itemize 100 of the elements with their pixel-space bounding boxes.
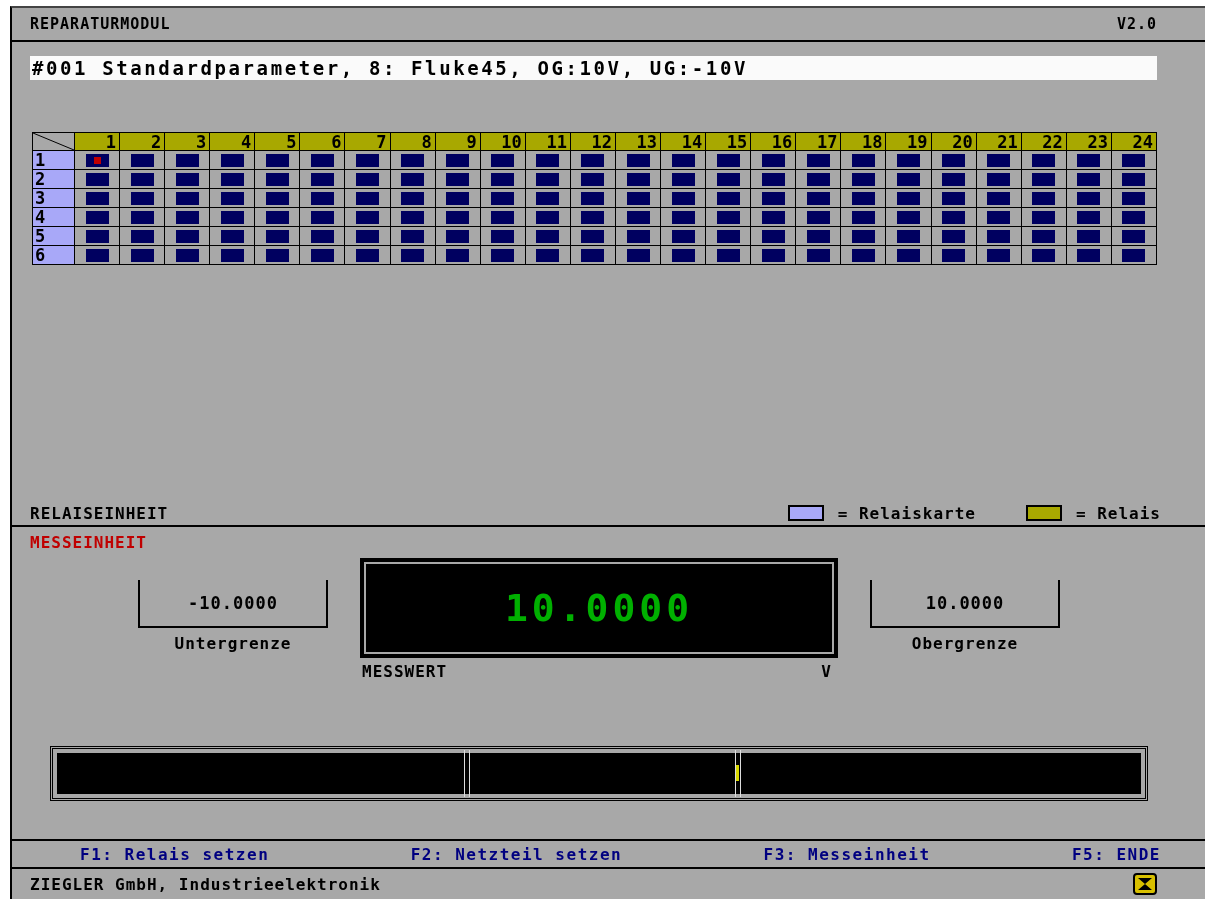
- relay-switch[interactable]: [265, 153, 289, 167]
- relay-switch[interactable]: [851, 153, 875, 167]
- relay-switch[interactable]: [897, 172, 921, 186]
- relay-switch[interactable]: [310, 229, 334, 243]
- relay-switch[interactable]: [1122, 229, 1146, 243]
- lower-limit-field[interactable]: -10.0000: [138, 580, 328, 628]
- relay-switch[interactable]: [175, 210, 199, 224]
- relay-switch[interactable]: [761, 172, 785, 186]
- relay-switch[interactable]: [851, 191, 875, 205]
- relay-switch[interactable]: [716, 210, 740, 224]
- relay-switch[interactable]: [1032, 153, 1056, 167]
- relay-switch[interactable]: [761, 229, 785, 243]
- relay-switch[interactable]: [175, 248, 199, 262]
- relay-switch[interactable]: [851, 229, 875, 243]
- relay-switch[interactable]: [897, 210, 921, 224]
- relay-switch[interactable]: [942, 229, 966, 243]
- relay-switch[interactable]: [581, 248, 605, 262]
- relay-switch[interactable]: [581, 191, 605, 205]
- relay-switch[interactable]: [356, 210, 380, 224]
- function-key-hint[interactable]: F2: Netzteil setzen: [410, 844, 623, 864]
- relay-switch[interactable]: [130, 210, 154, 224]
- relay-switch[interactable]: [1122, 191, 1146, 205]
- relay-switch[interactable]: [265, 172, 289, 186]
- relay-switch[interactable]: [987, 248, 1011, 262]
- relay-switch[interactable]: [851, 210, 875, 224]
- relay-switch[interactable]: [626, 229, 650, 243]
- relay-switch[interactable]: [626, 153, 650, 167]
- relay-switch[interactable]: [1032, 210, 1056, 224]
- relay-switch[interactable]: [220, 248, 244, 262]
- relay-switch[interactable]: [671, 229, 695, 243]
- relay-switch[interactable]: [581, 229, 605, 243]
- relay-switch[interactable]: [761, 153, 785, 167]
- relay-switch[interactable]: [897, 153, 921, 167]
- relay-switch[interactable]: [806, 191, 830, 205]
- relay-switch[interactable]: [1077, 172, 1101, 186]
- relay-switch[interactable]: [265, 210, 289, 224]
- relay-switch[interactable]: [130, 229, 154, 243]
- relay-switch[interactable]: [987, 153, 1011, 167]
- relay-switch[interactable]: [851, 248, 875, 262]
- function-key-hint[interactable]: F1: Relais setzen: [80, 844, 270, 864]
- relay-switch[interactable]: [716, 153, 740, 167]
- relay-switch[interactable]: [1077, 153, 1101, 167]
- relay-switch[interactable]: [130, 191, 154, 205]
- relay-switch[interactable]: [491, 191, 515, 205]
- relay-switch[interactable]: [130, 248, 154, 262]
- relay-switch[interactable]: [85, 248, 109, 262]
- relay-switch[interactable]: [1122, 153, 1146, 167]
- relay-switch[interactable]: [1077, 210, 1101, 224]
- relay-switch[interactable]: [356, 172, 380, 186]
- relay-switch[interactable]: [175, 229, 199, 243]
- relay-switch[interactable]: [987, 172, 1011, 186]
- relay-switch[interactable]: [761, 210, 785, 224]
- relay-switch[interactable]: [716, 229, 740, 243]
- relay-switch[interactable]: [220, 153, 244, 167]
- relay-switch[interactable]: [987, 229, 1011, 243]
- relay-switch[interactable]: [265, 191, 289, 205]
- relay-switch[interactable]: [356, 229, 380, 243]
- relay-switch[interactable]: [671, 172, 695, 186]
- relay-switch[interactable]: [401, 229, 425, 243]
- relay-switch[interactable]: [220, 229, 244, 243]
- relay-switch[interactable]: [806, 229, 830, 243]
- relay-switch[interactable]: [581, 172, 605, 186]
- relay-switch[interactable]: [942, 153, 966, 167]
- relay-switch[interactable]: [401, 210, 425, 224]
- relay-switch[interactable]: [536, 210, 560, 224]
- relay-switch[interactable]: [491, 210, 515, 224]
- relay-switch[interactable]: [401, 172, 425, 186]
- relay-switch[interactable]: [401, 191, 425, 205]
- relay-switch[interactable]: [130, 153, 154, 167]
- relay-switch[interactable]: [671, 210, 695, 224]
- relay-switch[interactable]: [716, 191, 740, 205]
- relay-switch[interactable]: [806, 210, 830, 224]
- relay-switch[interactable]: [85, 191, 109, 205]
- relay-switch[interactable]: [220, 210, 244, 224]
- relay-switch[interactable]: [581, 153, 605, 167]
- relay-switch[interactable]: [85, 172, 109, 186]
- relay-switch[interactable]: [175, 191, 199, 205]
- relay-switch[interactable]: [581, 210, 605, 224]
- relay-switch[interactable]: [310, 191, 334, 205]
- relay-switch[interactable]: [626, 210, 650, 224]
- relay-switch[interactable]: [761, 248, 785, 262]
- relay-switch[interactable]: [1032, 172, 1056, 186]
- relay-switch[interactable]: [310, 210, 334, 224]
- relay-switch[interactable]: [401, 153, 425, 167]
- relay-switch[interactable]: [806, 172, 830, 186]
- relay-switch[interactable]: [897, 191, 921, 205]
- relay-switch[interactable]: [942, 191, 966, 205]
- relay-switch[interactable]: [446, 172, 470, 186]
- relay-switch[interactable]: [536, 191, 560, 205]
- relay-switch[interactable]: [626, 172, 650, 186]
- relay-switch[interactable]: [130, 172, 154, 186]
- relay-switch[interactable]: [446, 248, 470, 262]
- relay-switch[interactable]: [401, 248, 425, 262]
- relay-switch[interactable]: [987, 191, 1011, 205]
- relay-switch[interactable]: [897, 248, 921, 262]
- relay-switch[interactable]: [671, 191, 695, 205]
- relay-switch[interactable]: [626, 191, 650, 205]
- relay-switch[interactable]: [626, 248, 650, 262]
- relay-switch[interactable]: [671, 248, 695, 262]
- relay-switch[interactable]: [220, 191, 244, 205]
